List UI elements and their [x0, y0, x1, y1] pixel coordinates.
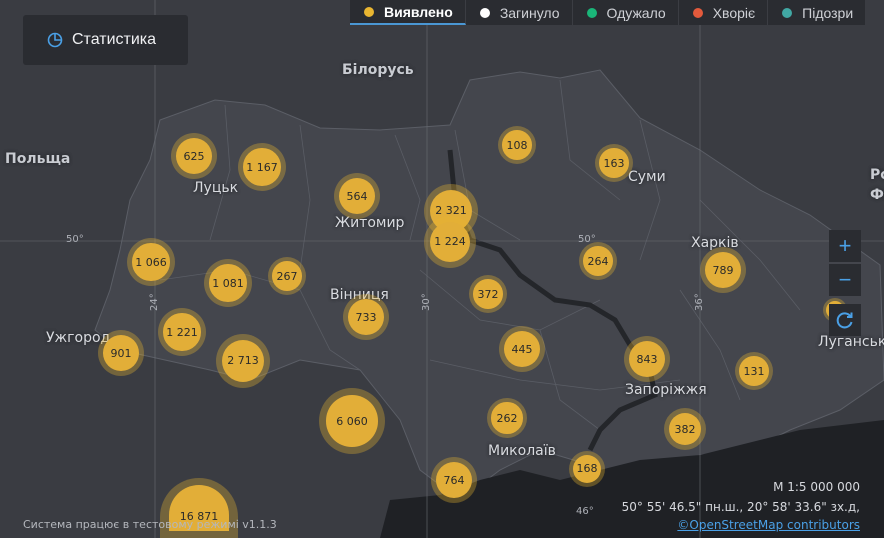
case-cluster[interactable]: 564	[334, 173, 380, 219]
map-scale: М 1:5 000 000	[773, 480, 860, 494]
zoom-in-button[interactable]: +	[829, 230, 861, 262]
legend-tab-label: Підозри	[802, 4, 854, 21]
zoom-controls: + −	[829, 230, 861, 296]
legend-tab-died[interactable]: Загинуло	[466, 0, 573, 25]
cluster-count: 6 060	[326, 395, 378, 447]
city-label-luhansk: Луганськ	[818, 334, 884, 350]
cluster-count: 163	[599, 148, 629, 178]
case-cluster[interactable]: 264	[579, 242, 617, 280]
grid-label-lat46: 46°	[576, 506, 594, 517]
case-cluster[interactable]: 1 167	[238, 143, 286, 191]
case-cluster[interactable]: 445	[499, 326, 545, 372]
legend-tabs: Виявлено Загинуло Одужало Хворіє Підозри	[350, 0, 866, 25]
case-cluster[interactable]: 108	[498, 126, 536, 164]
sick-dot-icon	[692, 7, 703, 18]
statistics-button[interactable]: Статистика	[23, 15, 188, 65]
cluster-count: 564	[339, 178, 375, 214]
case-cluster[interactable]: 262	[487, 398, 527, 438]
case-cluster[interactable]: 6 060	[319, 388, 385, 454]
grid-label-lon36: 36°	[694, 293, 705, 311]
statistics-button-label: Статистика	[72, 31, 157, 48]
case-cluster[interactable]: 1 221	[158, 308, 206, 356]
legend-tab-detected[interactable]: Виявлено	[350, 0, 466, 25]
cluster-count: 789	[705, 252, 741, 288]
cluster-count: 1 066	[132, 243, 170, 281]
cluster-count: 1 081	[209, 264, 247, 302]
cluster-count: 1 167	[243, 148, 281, 186]
cluster-count: 267	[272, 261, 302, 291]
zoom-out-button[interactable]: −	[829, 264, 861, 296]
cluster-count: 372	[473, 279, 503, 309]
city-label-zaporizhzhia: Запоріжжя	[625, 382, 707, 398]
cluster-count: 382	[668, 412, 702, 446]
country-label-poland: Польща	[5, 151, 71, 167]
cluster-count: 262	[491, 402, 523, 434]
legend-tab-label: Одужало	[606, 4, 666, 21]
legend-tab-sick[interactable]: Хворіє	[679, 0, 769, 25]
case-cluster[interactable]: 163	[595, 144, 633, 182]
cluster-count: 445	[504, 331, 540, 367]
cursor-coordinates: 50° 55' 46.5" пн.ш., 20° 58' 33.6" зх.д,	[621, 500, 860, 514]
refresh-icon	[836, 312, 853, 329]
case-cluster[interactable]: 733	[343, 294, 389, 340]
grid-label-lon24: 24°	[149, 293, 160, 311]
case-cluster[interactable]: 131	[735, 352, 773, 390]
cluster-count: 733	[348, 299, 384, 335]
case-cluster[interactable]: 1 066	[127, 238, 175, 286]
case-cluster[interactable]: 2 713	[216, 334, 270, 388]
city-label-sumy: Суми	[628, 169, 666, 185]
case-cluster[interactable]: 764	[431, 457, 477, 503]
suspected-dot-icon	[782, 7, 793, 18]
case-cluster[interactable]: 901	[98, 330, 144, 376]
case-cluster[interactable]: 382	[664, 408, 706, 450]
system-note: Система працює в тестовому режимі v1.1.3	[23, 518, 277, 531]
cluster-count: 264	[583, 246, 613, 276]
legend-tab-label: Хворіє	[712, 4, 756, 21]
cluster-count: 108	[502, 130, 532, 160]
cluster-count: 625	[176, 138, 212, 174]
country-label-russia: Ро Фе	[870, 167, 884, 203]
case-cluster[interactable]: 625	[171, 133, 217, 179]
city-label-lutsk: Луцьк	[193, 180, 239, 196]
country-label-belarus: Білорусь	[342, 62, 414, 78]
case-cluster[interactable]: 1 224	[424, 216, 476, 268]
city-label-mykolaiv: Миколаїв	[488, 443, 556, 459]
detected-dot-icon	[364, 6, 374, 17]
case-cluster[interactable]: 1 081	[204, 259, 252, 307]
cluster-count: 843	[629, 341, 665, 377]
refresh-button[interactable]	[829, 304, 861, 336]
legend-tab-suspected[interactable]: Підозри	[768, 0, 865, 25]
case-cluster[interactable]: 372	[469, 275, 507, 313]
case-cluster[interactable]: 168	[569, 451, 605, 487]
city-label-zhytomyr: Житомир	[335, 215, 405, 231]
cluster-count: 1 224	[429, 221, 471, 263]
cluster-count: 2 713	[221, 339, 265, 383]
recovered-dot-icon	[586, 7, 597, 18]
case-cluster[interactable]: 267	[268, 257, 306, 295]
pie-chart-icon	[47, 32, 63, 48]
osm-attribution-link[interactable]: ©OpenStreetMap contributors	[677, 518, 860, 532]
cluster-count: 1 221	[163, 313, 201, 351]
legend-tab-label: Загинуло	[499, 4, 560, 21]
case-cluster[interactable]: 789	[700, 247, 746, 293]
died-dot-icon	[479, 7, 490, 18]
cluster-count: 901	[103, 335, 139, 371]
legend-tab-recovered[interactable]: Одужало	[573, 0, 679, 25]
grid-label-lon30: 30°	[421, 293, 432, 311]
grid-label-lat50-left: 50°	[66, 234, 84, 245]
cluster-count: 764	[436, 462, 472, 498]
cluster-count: 168	[572, 454, 602, 484]
cluster-count: 131	[739, 356, 769, 386]
case-cluster[interactable]: 843	[624, 336, 670, 382]
legend-tab-label: Виявлено	[384, 3, 453, 20]
